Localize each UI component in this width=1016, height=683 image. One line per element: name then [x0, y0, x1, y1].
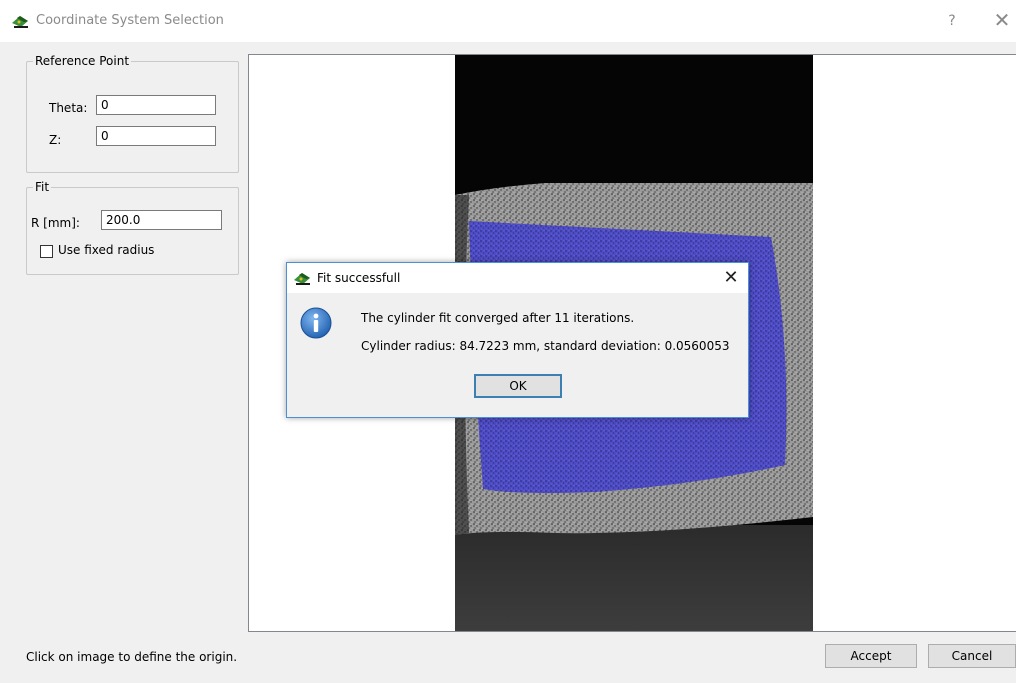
z-label: Z:	[49, 133, 62, 147]
fit-successful-dialog: Fit successfull ✕ The cylinder fit conve…	[286, 262, 749, 418]
close-button[interactable]: ✕	[990, 8, 1014, 32]
app-logo-icon	[294, 273, 310, 285]
theta-input[interactable]	[96, 95, 216, 115]
title-bar: Coordinate System Selection ? ✕	[0, 0, 1016, 42]
accept-button[interactable]: Accept	[825, 644, 917, 668]
app-logo-icon	[12, 16, 28, 28]
help-button[interactable]: ?	[940, 10, 964, 32]
z-input[interactable]	[96, 126, 216, 146]
use-fixed-radius-checkbox[interactable]	[40, 245, 53, 258]
radius-label: R [mm]:	[31, 216, 80, 230]
use-fixed-radius-label[interactable]: Use fixed radius	[58, 243, 154, 257]
reference-point-group-title: Reference Point	[33, 54, 132, 68]
ok-button[interactable]: OK	[474, 374, 562, 398]
dialog-title-bar: Fit successfull ✕	[287, 263, 748, 293]
status-text: Click on image to define the origin.	[26, 650, 238, 664]
radius-input[interactable]	[101, 210, 222, 230]
dialog-close-button[interactable]: ✕	[719, 266, 743, 290]
info-icon	[300, 307, 332, 339]
dialog-title: Fit successfull	[317, 271, 401, 285]
window-title: Coordinate System Selection	[36, 13, 224, 28]
fit-group-title: Fit	[33, 180, 52, 194]
fit-group: Fit R [mm]: Use fixed radius	[26, 180, 239, 275]
dialog-message-iterations: The cylinder fit converged after 11 iter…	[361, 311, 635, 325]
cancel-button[interactable]: Cancel	[928, 644, 1016, 668]
dialog-message-radius: Cylinder radius: 84.7223 mm, standard de…	[361, 339, 730, 353]
theta-label: Theta:	[49, 101, 88, 115]
reference-point-group: Reference Point Theta: Z:	[26, 54, 239, 173]
coordinate-system-selection-window: Coordinate System Selection ? ✕ Referenc…	[0, 0, 1016, 683]
